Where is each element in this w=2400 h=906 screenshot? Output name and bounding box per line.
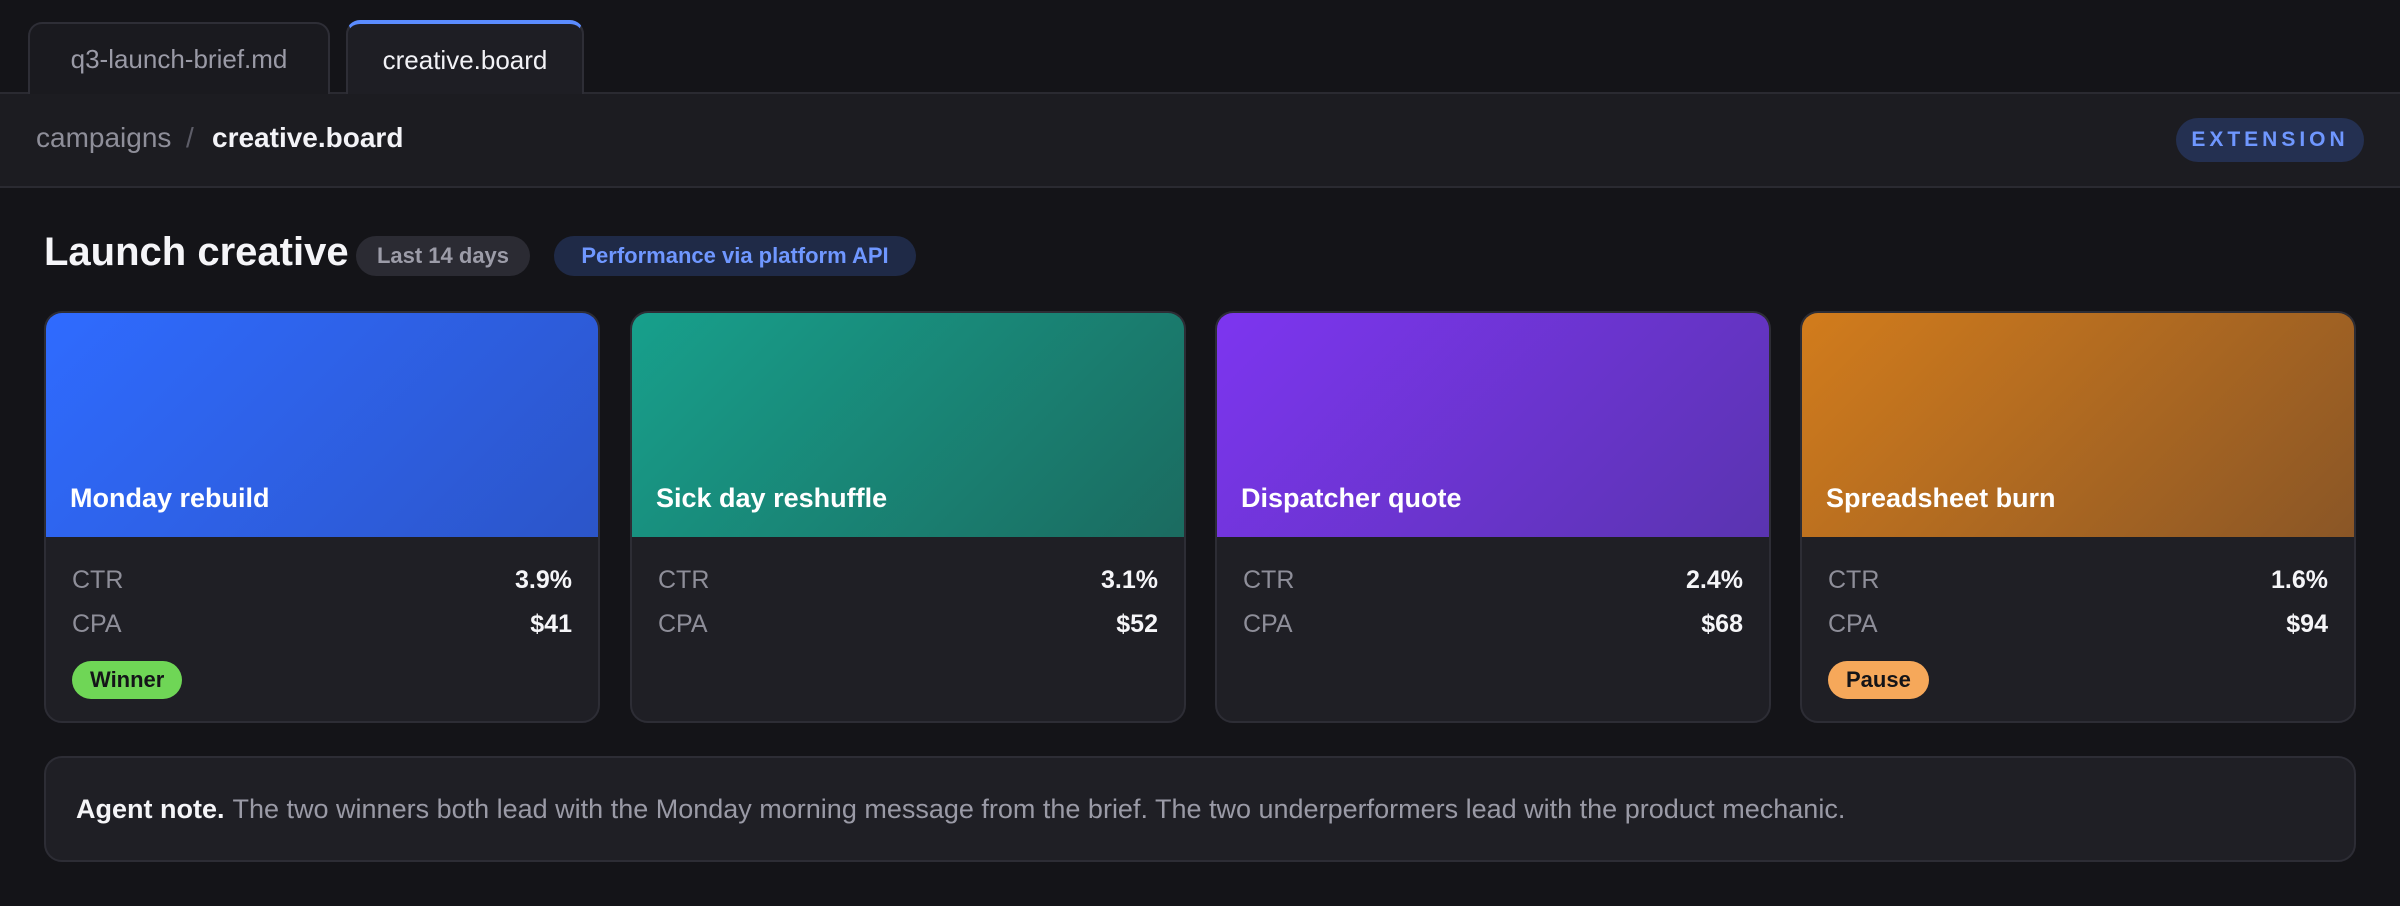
date-range-pill: Last 14 days — [356, 236, 530, 276]
breadcrumb: campaigns / creative.board EXTENSION — [0, 94, 2400, 188]
cpa-row: CPA $41 — [72, 607, 572, 641]
status-badge: Winner — [72, 661, 183, 699]
ctr-value: 3.1% — [1101, 565, 1158, 594]
creative-card-monday-rebuild[interactable]: Monday rebuild CTR 3.9% CPA $41 Winner — [44, 311, 600, 723]
ctr-row: CTR 2.4% — [1243, 563, 1743, 597]
creative-card-sick-day-reshuffle[interactable]: Sick day reshuffle CTR 3.1% CPA $52 — [630, 311, 1186, 723]
ctr-row: CTR 3.9% — [72, 563, 572, 597]
tab-label: creative.board — [382, 44, 548, 75]
cpa-value: $68 — [1701, 609, 1743, 638]
ctr-row: CTR 1.6% — [1828, 563, 2328, 597]
cpa-value: $52 — [1116, 609, 1158, 638]
cpa-value: $94 — [2286, 609, 2328, 638]
cpa-label: CPA — [1828, 609, 1878, 638]
cpa-row: CPA $94 — [1828, 607, 2328, 641]
status-badge: Pause — [1828, 661, 1929, 699]
cpa-label: CPA — [72, 609, 122, 638]
breadcrumb-current: creative.board — [212, 122, 404, 153]
ctr-value: 2.4% — [1686, 565, 1743, 594]
data-source-pill: Performance via platform API — [554, 236, 916, 276]
tab-label: q3-launch-brief.md — [70, 43, 288, 74]
agent-note: Agent note. The two winners both lead wi… — [44, 756, 2356, 862]
breadcrumb-separator: / — [186, 122, 194, 153]
extension-badge: EXTENSION — [2176, 118, 2364, 162]
agent-note-lead: Agent note. — [76, 793, 225, 824]
creative-card-spreadsheet-burn[interactable]: Spreadsheet burn CTR 1.6% CPA $94 Pause — [1800, 311, 2356, 723]
cpa-row: CPA $52 — [658, 607, 1158, 641]
tab-q3-launch-brief[interactable]: q3-launch-brief.md — [28, 22, 330, 94]
breadcrumb-parent[interactable]: campaigns — [36, 122, 171, 154]
cpa-label: CPA — [1243, 609, 1293, 638]
creative-title: Monday rebuild — [70, 483, 270, 513]
ctr-label: CTR — [1828, 565, 1880, 594]
ctr-value: 3.9% — [515, 565, 572, 594]
creative-title: Spreadsheet burn — [1826, 483, 2056, 513]
page-title: Launch creative — [44, 230, 349, 274]
ctr-value: 1.6% — [2271, 565, 2328, 594]
ctr-label: CTR — [658, 565, 710, 594]
creative-title: Dispatcher quote — [1241, 483, 1462, 513]
creative-title: Sick day reshuffle — [656, 483, 888, 513]
tab-creative-board[interactable]: creative.board — [346, 20, 584, 96]
cpa-row: CPA $68 — [1243, 607, 1743, 641]
ctr-label: CTR — [72, 565, 124, 594]
tab-bar: q3-launch-brief.md creative.board — [0, 0, 2400, 96]
ctr-label: CTR — [1243, 565, 1295, 594]
cpa-value: $41 — [530, 609, 572, 638]
creative-card-dispatcher-quote[interactable]: Dispatcher quote CTR 2.4% CPA $68 — [1215, 311, 1771, 723]
ctr-row: CTR 3.1% — [658, 563, 1158, 597]
agent-note-text: The two winners both lead with the Monda… — [232, 793, 1846, 824]
cpa-label: CPA — [658, 609, 708, 638]
